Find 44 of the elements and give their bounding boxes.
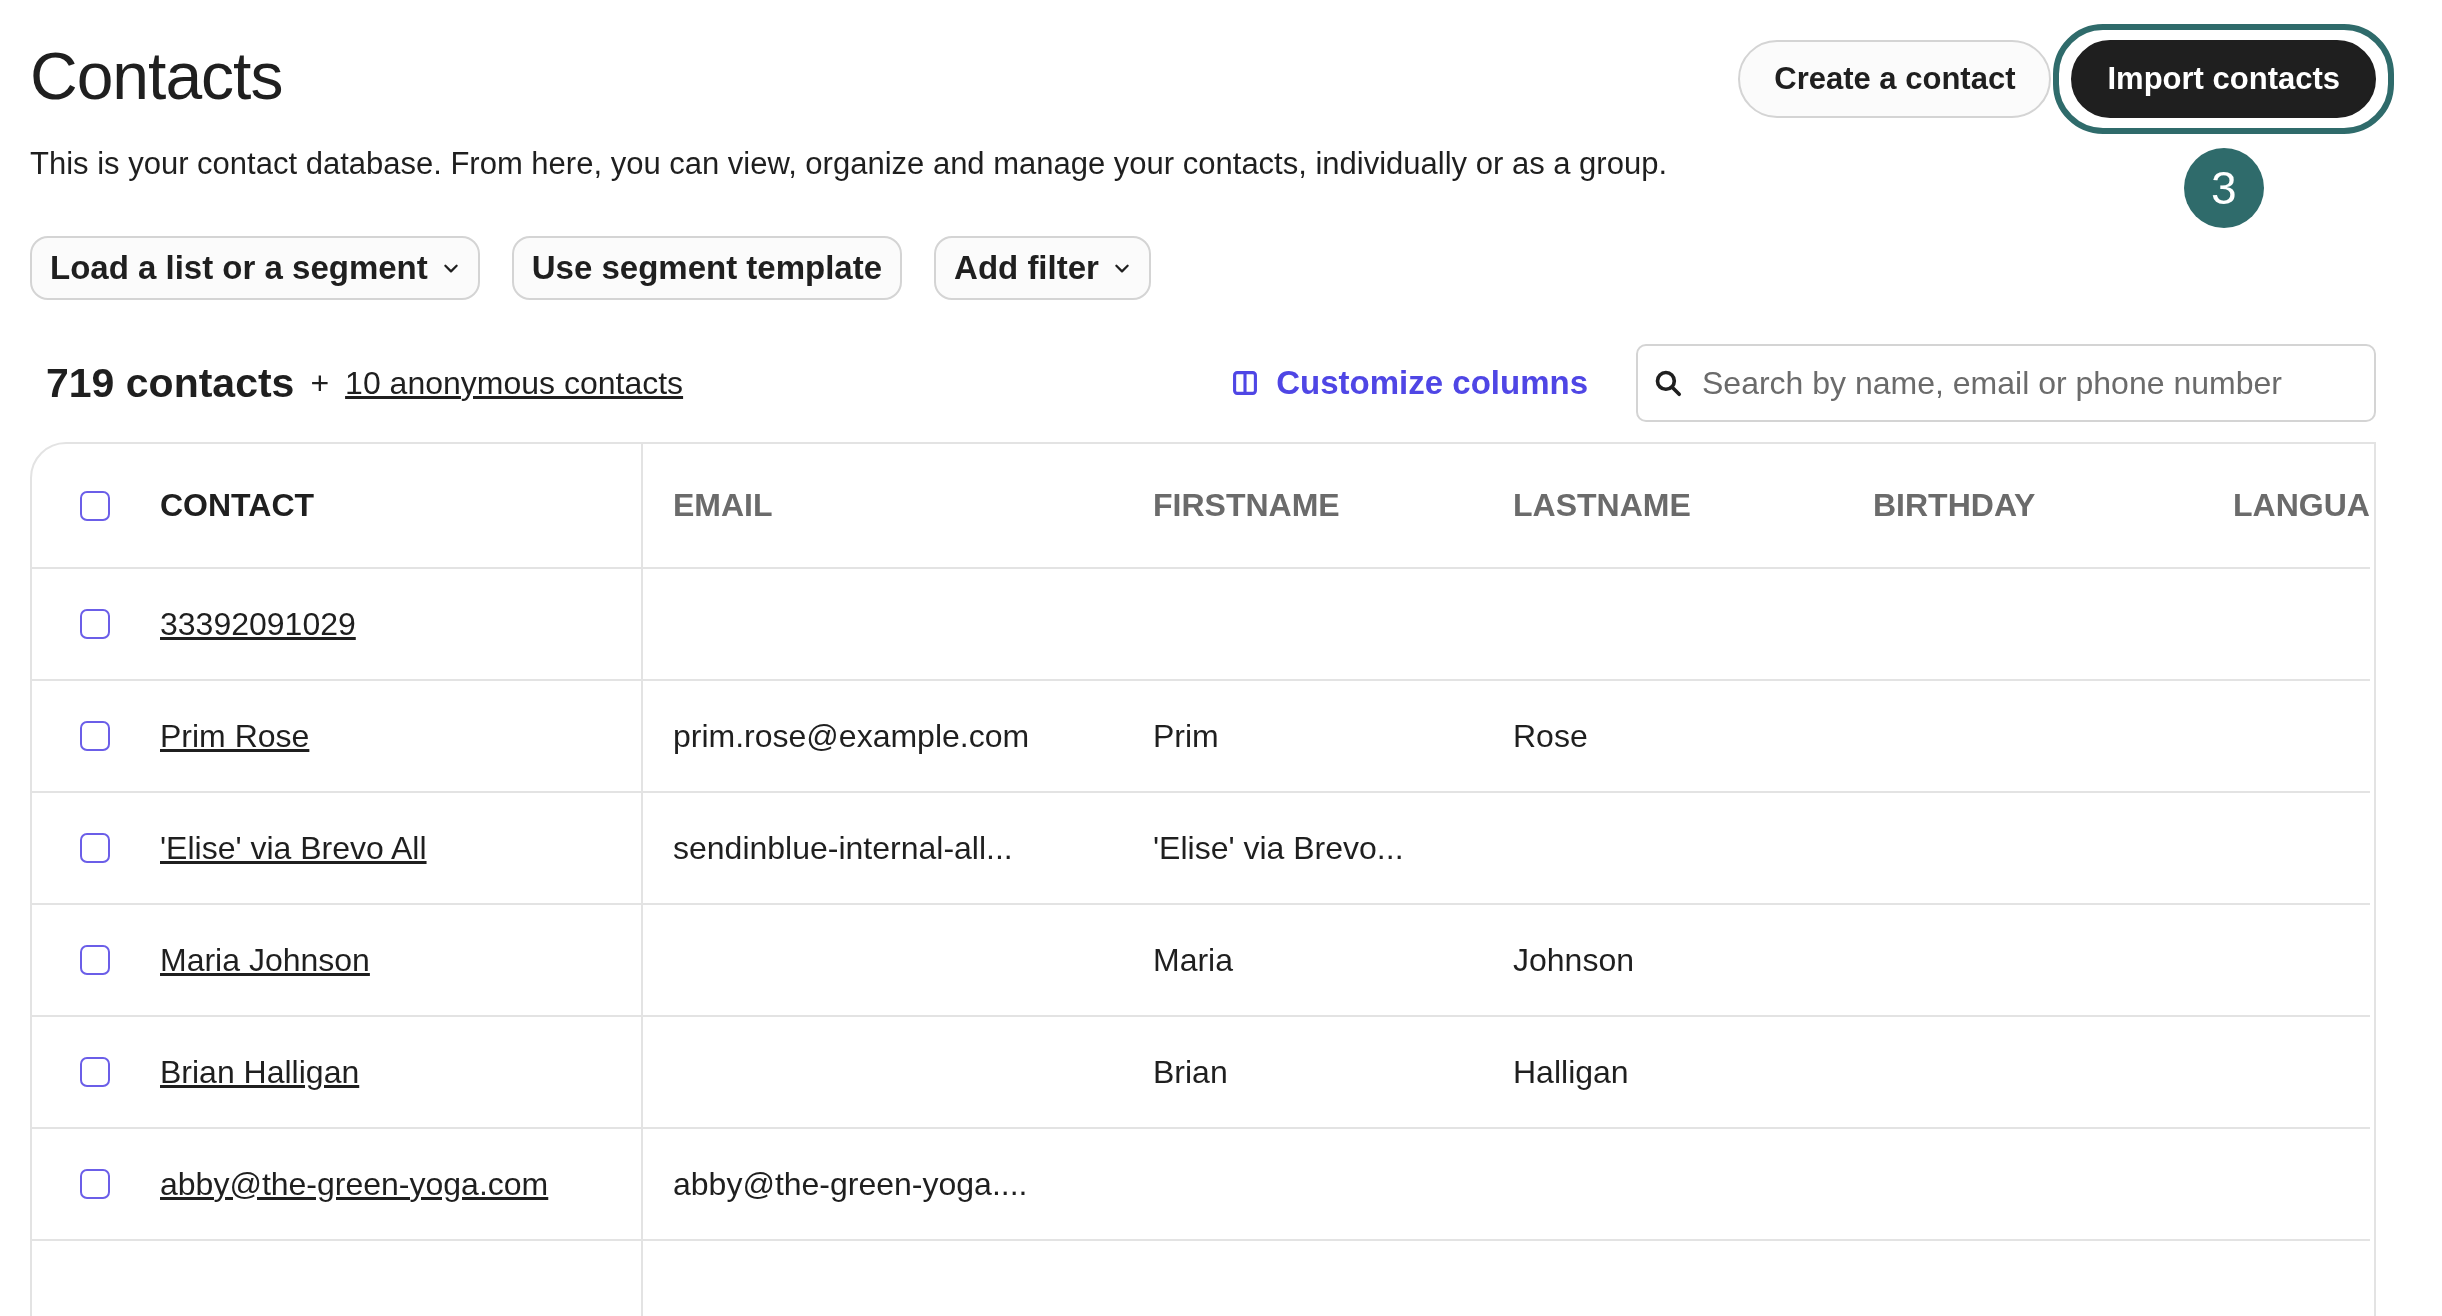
row-checkbox[interactable] bbox=[80, 1169, 110, 1199]
search-field[interactable]: Search by name, email or phone number bbox=[1636, 344, 2376, 422]
contact-count: 719 contacts bbox=[46, 359, 295, 407]
table-cell: Prim bbox=[1153, 717, 1219, 755]
columns-icon bbox=[1232, 370, 1259, 396]
contact-link[interactable]: 'Elise' via Brevo All bbox=[160, 829, 427, 867]
contact-link[interactable]: abby@the-green-yoga.com bbox=[160, 1165, 549, 1203]
plus-sign: + bbox=[310, 364, 330, 402]
contact-link[interactable]: 33392091029 bbox=[160, 605, 356, 643]
search-icon bbox=[1654, 369, 1682, 397]
row-checkbox[interactable] bbox=[80, 1057, 110, 1087]
table-cell: Halligan bbox=[1513, 1053, 1629, 1091]
row-checkbox[interactable] bbox=[80, 721, 110, 751]
table-cell: prim.rose@example.com bbox=[673, 717, 1030, 755]
description: This is your contact database. From here, you can view, organize and manage your contacts, individually or as a group. bbox=[30, 146, 1667, 182]
row-checkbox[interactable] bbox=[80, 945, 110, 975]
column-header[interactable]: BIRTHDAY bbox=[1873, 487, 2036, 524]
dropdown-button[interactable]: Add filter bbox=[934, 236, 1151, 300]
create-button[interactable]: Create a contact bbox=[1738, 40, 2052, 118]
contact-link[interactable]: Prim Rose bbox=[160, 717, 310, 755]
row-checkbox[interactable] bbox=[80, 833, 110, 863]
filter-button[interactable]: Use segment template bbox=[511, 236, 903, 300]
page-title: Contacts bbox=[30, 38, 283, 114]
table-cell: Rose bbox=[1513, 717, 1588, 755]
column-header[interactable]: LASTNAME bbox=[1513, 487, 1691, 524]
customize-columns-link[interactable]: Customize columns bbox=[1232, 364, 1588, 402]
step-badge: 3 bbox=[2183, 148, 2264, 228]
table-cell: 'Elise' via Brevo... bbox=[1153, 829, 1404, 867]
contact-link[interactable]: Maria Johnson bbox=[160, 941, 370, 979]
table-cell: sendinblue-internal-all... bbox=[673, 829, 1013, 867]
table-cell: Johnson bbox=[1513, 941, 1634, 979]
table-cell: abby@the-green-yoga.... bbox=[673, 1165, 1028, 1203]
import-button[interactable]: Import contacts bbox=[2071, 40, 2376, 118]
table-cell: Maria bbox=[1153, 941, 1233, 979]
contact-link[interactable]: Brian Halligan bbox=[160, 1053, 360, 1091]
column-header[interactable]: EMAIL bbox=[673, 487, 773, 524]
row-checkbox[interactable] bbox=[80, 609, 110, 639]
dropdown-button[interactable]: Load a list or a segment bbox=[30, 236, 480, 300]
column-header[interactable]: LANGUA bbox=[2233, 487, 2370, 524]
select-all-checkbox[interactable] bbox=[80, 490, 110, 521]
anonymous-contacts-link[interactable]: 10 anonymous contacts bbox=[345, 364, 684, 402]
table-cell: Brian bbox=[1153, 1053, 1228, 1091]
column-header[interactable]: FIRSTNAME bbox=[1153, 487, 1340, 524]
column-header[interactable]: CONTACT bbox=[160, 487, 315, 524]
